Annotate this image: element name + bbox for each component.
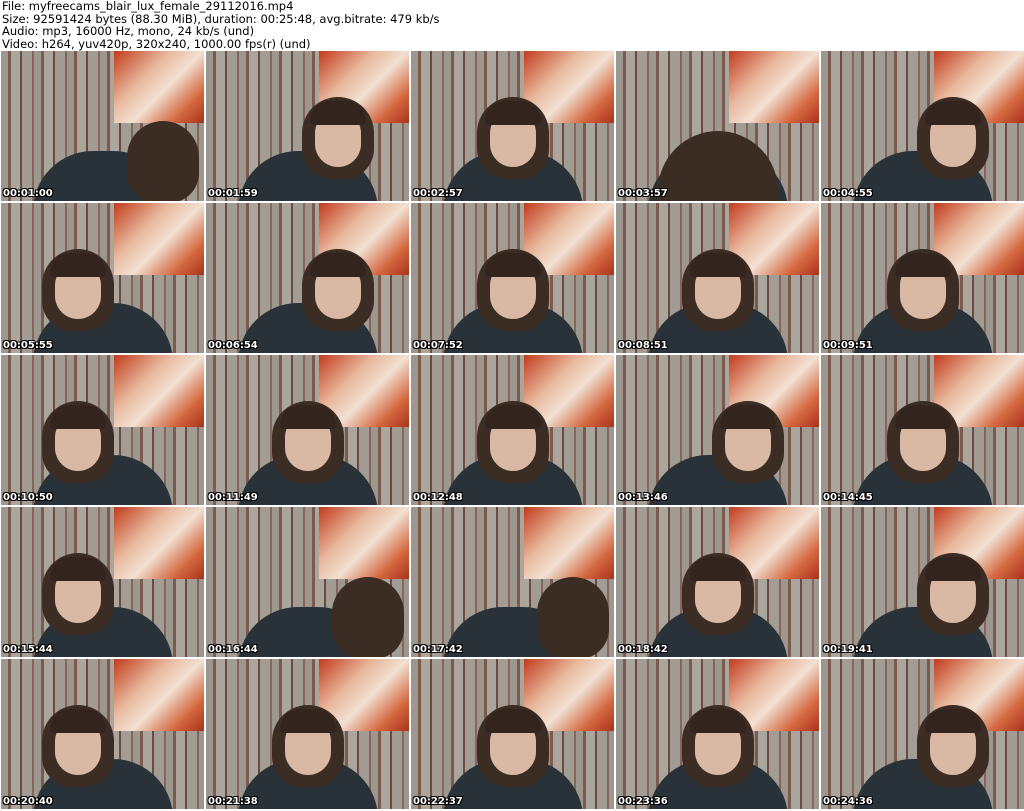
thumbnail-timestamp: 00:14:45: [823, 492, 873, 503]
thumbnail-frame: 00:16:44: [206, 507, 409, 657]
thumbnail-timestamp: 00:19:41: [823, 644, 873, 655]
file-name-line: File: myfreecams_blair_lux_female_291120…: [2, 0, 294, 13]
thumbnail-frame: 00:19:41: [821, 507, 1024, 657]
thumbnail-timestamp: 00:01:00: [3, 188, 53, 199]
thumbnail-frame: 00:10:50: [1, 355, 204, 505]
frame-subject-bangs: [689, 709, 746, 733]
thumbnail-frame: 00:18:42: [616, 507, 819, 657]
thumbnail-timestamp: 00:15:44: [3, 644, 53, 655]
poster-image: [524, 507, 614, 579]
thumbnail-frame: 00:06:54: [206, 203, 409, 353]
thumbnail-frame: 00:23:36: [616, 659, 819, 809]
thumbnail-frame: 00:13:46: [616, 355, 819, 505]
poster-image: [114, 203, 204, 275]
thumbnail-frame: 00:14:45: [821, 355, 1024, 505]
thumbnail-timestamp: 00:02:57: [413, 188, 463, 199]
frame-subject-hair: [332, 577, 405, 657]
thumbnail-timestamp: 00:16:44: [208, 644, 258, 655]
audio-info-line: Audio: mp3, 16000 Hz, mono, 24 kb/s (und…: [2, 24, 255, 38]
thumbnail-timestamp: 00:12:48: [413, 492, 463, 503]
thumbnail-frame: 00:04:55: [821, 51, 1024, 201]
thumbnail-timestamp: 00:07:52: [413, 340, 463, 351]
thumbnail-timestamp: 00:08:51: [618, 340, 668, 351]
frame-subject-bangs: [484, 253, 541, 277]
thumbnail-timestamp: 00:04:55: [823, 188, 873, 199]
thumbnail-grid: 00:01:00 00:01:59 00:02:57 00:03:57 00:0…: [1, 51, 1024, 811]
thumbnail-timestamp: 00:22:37: [413, 796, 463, 807]
thumbnail-frame: 00:11:49: [206, 355, 409, 505]
thumbnail-timestamp: 00:11:49: [208, 492, 258, 503]
thumbnail-frame: 00:17:42: [411, 507, 614, 657]
frame-subject-bangs: [50, 709, 107, 733]
frame-subject-bangs: [309, 101, 366, 125]
poster-image: [114, 659, 204, 731]
thumbnail-frame: 00:24:36: [821, 659, 1024, 809]
frame-subject-bangs: [279, 405, 336, 429]
thumbnail-timestamp: 00:10:50: [3, 492, 53, 503]
frame-subject-bangs: [924, 557, 981, 581]
video-info-line: Video: h264, yuv420p, 320x240, 1000.00 f…: [2, 36, 311, 51]
frame-subject-bangs: [309, 253, 366, 277]
thumbnail-frame: 00:03:57: [616, 51, 819, 201]
thumbnail-frame: 00:08:51: [616, 203, 819, 353]
thumbnail-timestamp: 00:23:36: [618, 796, 668, 807]
thumbnail-timestamp: 00:20:40: [3, 796, 53, 807]
thumbnail-frame: 00:20:40: [1, 659, 204, 809]
poster-image: [729, 51, 819, 123]
thumbnail-timestamp: 00:01:59: [208, 188, 258, 199]
frame-subject-hair: [127, 121, 200, 201]
frame-subject-bangs: [484, 709, 541, 733]
thumbnail-timestamp: 00:09:51: [823, 340, 873, 351]
frame-subject-bangs: [50, 253, 107, 277]
frame-subject-bangs: [894, 405, 951, 429]
frame-subject-bangs: [689, 557, 746, 581]
frame-subject-bangs: [484, 405, 541, 429]
thumbnail-timestamp: 00:05:55: [3, 340, 53, 351]
thumbnail-timestamp: 00:17:42: [413, 644, 463, 655]
file-info-header: File: myfreecams_blair_lux_female_291120…: [2, 0, 1022, 50]
thumbnail-frame: 00:12:48: [411, 355, 614, 505]
thumbnail-frame: 00:15:44: [1, 507, 204, 657]
thumbnail-timestamp: 00:13:46: [618, 492, 668, 503]
frame-subject-hair: [537, 577, 610, 657]
thumbnail-frame: 00:09:51: [821, 203, 1024, 353]
poster-image: [114, 51, 204, 123]
thumbnail-timestamp: 00:06:54: [208, 340, 258, 351]
frame-subject-bangs: [279, 709, 336, 733]
frame-subject-bangs: [50, 557, 107, 581]
thumbnail-timestamp: 00:18:42: [618, 644, 668, 655]
frame-subject-bangs: [689, 253, 746, 277]
poster-image: [319, 507, 409, 579]
thumbnail-frame: 00:01:00: [1, 51, 204, 201]
thumbnail-frame: 00:21:38: [206, 659, 409, 809]
frame-subject-bangs: [719, 405, 776, 429]
thumbnail-frame: 00:02:57: [411, 51, 614, 201]
frame-subject-hair: [657, 131, 778, 201]
thumbnail-frame: 00:22:37: [411, 659, 614, 809]
poster-image: [114, 355, 204, 427]
thumbnail-timestamp: 00:24:36: [823, 796, 873, 807]
frame-subject-bangs: [484, 101, 541, 125]
frame-subject-bangs: [50, 405, 107, 429]
thumbnail-frame: 00:05:55: [1, 203, 204, 353]
frame-subject-bangs: [894, 253, 951, 277]
thumbnail-frame: 00:07:52: [411, 203, 614, 353]
thumbnail-timestamp: 00:03:57: [618, 188, 668, 199]
thumbnail-frame: 00:01:59: [206, 51, 409, 201]
frame-subject-bangs: [924, 101, 981, 125]
thumbnail-timestamp: 00:21:38: [208, 796, 258, 807]
poster-image: [114, 507, 204, 579]
frame-subject-bangs: [924, 709, 981, 733]
